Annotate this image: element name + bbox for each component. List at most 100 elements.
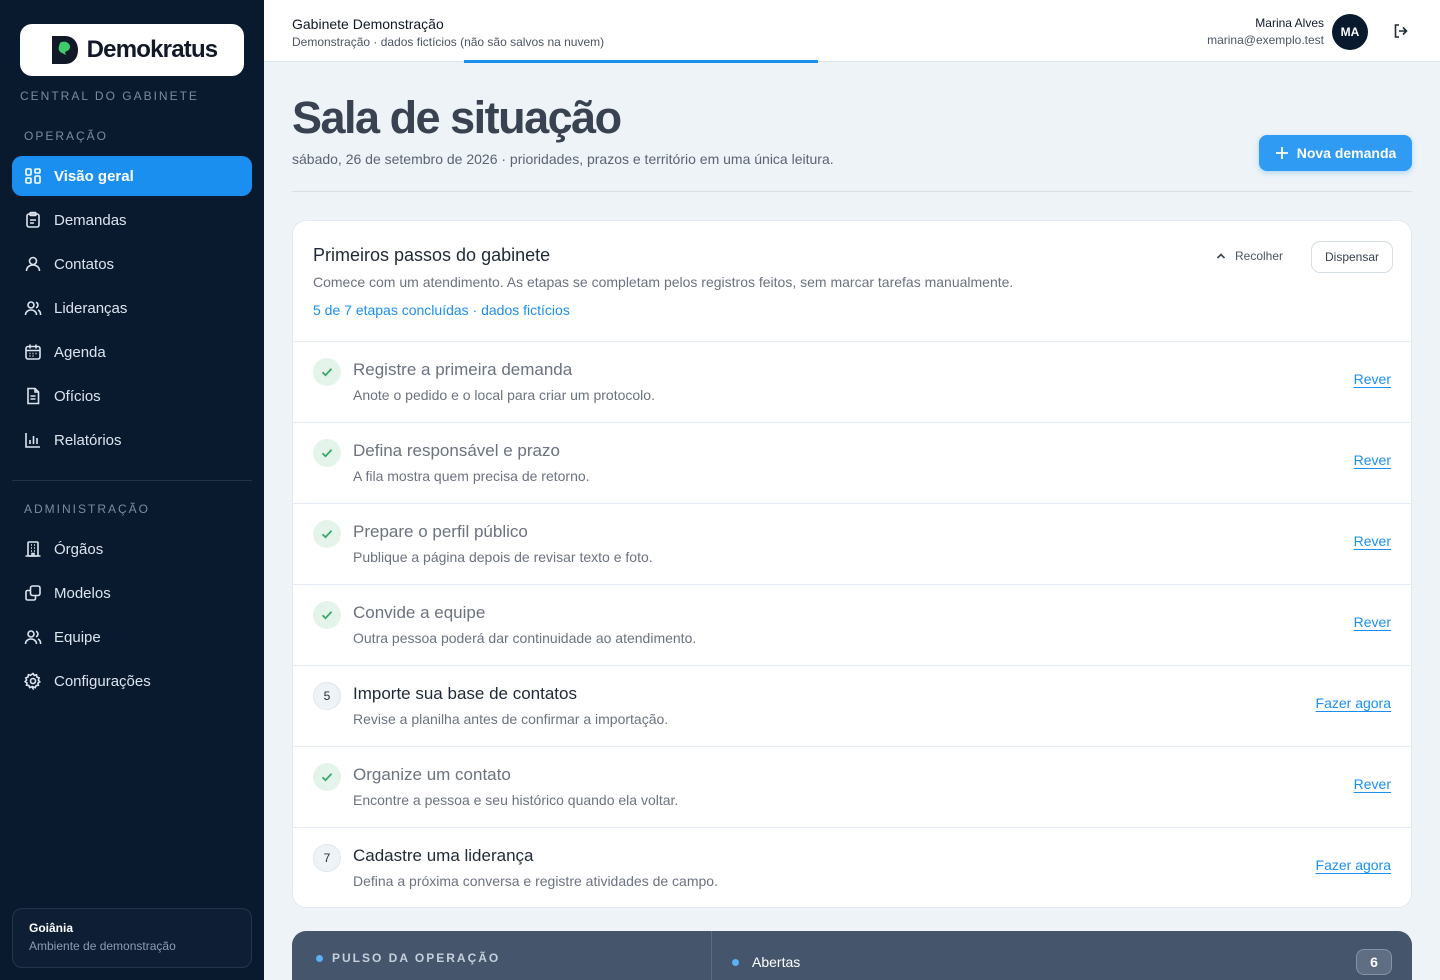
brand-name: Demokratus (86, 36, 219, 63)
step-description: Anote o pedido e o local para criar um p… (353, 387, 655, 403)
user-icon (25, 256, 41, 272)
step-review-link[interactable]: Rever (1354, 776, 1391, 792)
sidebar-item-label: Equipe (54, 628, 101, 646)
section-operation-label: OPERAÇÃO (24, 129, 109, 143)
step-title: Defina responsável e prazo (353, 441, 560, 460)
user-email: marina@exemplo.test (1207, 33, 1324, 47)
sidebar-item-equipe[interactable]: Equipe (12, 617, 252, 657)
section-admin-label: ADMINISTRAÇÃO (24, 502, 151, 516)
step-review-link[interactable]: Rever (1354, 452, 1391, 468)
sidebar-item-label: Configurações (54, 672, 151, 690)
step-description: Encontre a pessoa e seu histórico quando… (353, 792, 679, 808)
onboarding-progress: 5 de 7 etapas concluídas · dados fictíci… (313, 302, 570, 318)
brand-tagline: CENTRAL DO GABINETE (20, 89, 199, 103)
user-name: Marina Alves (1255, 16, 1324, 30)
onboarding-step: 5 Importe sua base de contatos Revise a … (293, 665, 1411, 746)
dismiss-button[interactable]: Dispensar (1311, 241, 1393, 273)
onboarding-step: Convide a equipe Outra pessoa poderá dar… (293, 584, 1411, 665)
onboarding-description: Comece com um atendimento. As etapas se … (313, 274, 1014, 290)
check-icon (313, 520, 341, 548)
location-city: Goiânia (29, 921, 74, 935)
cabinet-subtitle: Demonstração · dados fictícios (não são … (292, 35, 605, 49)
new-demand-label: Nova demanda (1296, 145, 1397, 161)
step-review-link[interactable]: Rever (1354, 614, 1391, 630)
onboarding-step: 7 Cadastre uma liderança Defina a próxim… (293, 827, 1411, 908)
sidebar-item-modelos[interactable]: Modelos (12, 573, 252, 613)
operation-pulse-panel: PULSO DA OPERAÇÃO Abertas 6 (292, 931, 1412, 980)
sidebar-item-oficios[interactable]: Ofícios (12, 376, 252, 416)
header-divider (292, 191, 1412, 192)
step-description: Publique a página depois de revisar text… (353, 549, 653, 565)
pulse-left-pane: PULSO DA OPERAÇÃO (292, 931, 712, 980)
step-title: Prepare o perfil público (353, 522, 528, 541)
collapse-label: Recolher (1235, 249, 1284, 263)
clipboard-icon (26, 211, 40, 228)
new-demand-button[interactable]: Nova demanda (1259, 135, 1412, 171)
page-subtitle: sábado, 26 de setembro de 2026 · priorid… (292, 151, 834, 167)
onboarding-step: Prepare o perfil público Publique a pági… (293, 503, 1411, 584)
location-card[interactable]: Goiânia Ambiente de demonstração (12, 908, 252, 968)
open-dot-icon (732, 959, 739, 966)
gear-icon (24, 672, 41, 690)
step-review-link[interactable]: Rever (1354, 371, 1391, 387)
sidebar-item-liderancas[interactable]: Lideranças (12, 288, 252, 328)
step-description: Defina a próxima conversa e registre ati… (353, 873, 718, 889)
sidebar-item-orgaos[interactable]: Órgãos (12, 529, 252, 569)
location-env: Ambiente de demonstração (29, 939, 176, 953)
sidebar-item-contatos[interactable]: Contatos (12, 244, 252, 284)
step-title: Registre a primeira demanda (353, 360, 573, 379)
topbar: Gabinete Demonstração Demonstração · dad… (264, 0, 1440, 63)
pulse-label: PULSO DA OPERAÇÃO (332, 951, 501, 965)
step-title: Cadastre uma liderança (353, 846, 534, 865)
onboarding-step: Registre a primeira demanda Anote o pedi… (293, 341, 1411, 422)
check-icon (313, 358, 341, 386)
sidebar-item-configuracoes[interactable]: Configurações (12, 661, 252, 701)
sidebar-item-label: Relatórios (54, 431, 122, 449)
step-number-badge: 5 (313, 682, 341, 710)
logo-mark-icon (47, 33, 81, 67)
step-review-link[interactable]: Rever (1354, 533, 1391, 549)
onboarding-step: Defina responsável e prazo A fila mostra… (293, 422, 1411, 503)
step-do-now-link[interactable]: Fazer agora (1316, 695, 1391, 711)
sidebar-item-label: Agenda (54, 343, 106, 361)
sidebar-item-demandas[interactable]: Demandas (12, 200, 252, 240)
bar-chart-icon (25, 433, 40, 448)
step-title: Convide a equipe (353, 603, 486, 622)
step-title: Organize um contato (353, 765, 511, 784)
step-description: Revise a planilha antes de confirmar a i… (353, 711, 669, 727)
cabinet-title: Gabinete Demonstração (292, 16, 444, 32)
sidebar-item-label: Contatos (54, 255, 115, 273)
step-do-now-link[interactable]: Fazer agora (1316, 857, 1391, 873)
brand-logo[interactable]: Demokratus (20, 24, 244, 76)
sidebar-item-relatorios[interactable]: Relatórios (12, 420, 252, 460)
sidebar-item-label: Visão geral (54, 167, 134, 185)
calendar-icon (25, 344, 41, 360)
open-demands-label[interactable]: Abertas (752, 954, 800, 970)
onboarding-title: Primeiros passos do gabinete (313, 245, 551, 265)
step-description: A fila mostra quem precisa de retorno. (353, 468, 590, 484)
step-title: Importe sua base de contatos (353, 684, 577, 703)
loading-progress-bar (464, 60, 818, 63)
page-title: Sala de situação (292, 92, 622, 143)
sidebar-item-label: Modelos (54, 584, 111, 602)
sidebar: Demokratus CENTRAL DO GABINETE OPERAÇÃO … (0, 0, 264, 980)
grid-icon (25, 168, 41, 184)
sidebar-item-label: Órgãos (54, 540, 104, 558)
check-icon (313, 601, 341, 629)
logout-icon[interactable] (1392, 22, 1410, 40)
plus-icon (1275, 147, 1288, 159)
open-demands-count: 6 (1356, 949, 1392, 975)
step-number-badge: 7 (313, 844, 341, 872)
onboarding-step: Organize um contato Encontre a pessoa e … (293, 746, 1411, 827)
building-icon (25, 541, 41, 557)
check-icon (313, 763, 341, 791)
pulse-dot-icon (316, 955, 323, 962)
users-icon (24, 301, 42, 316)
collapse-button[interactable]: Recolher (1215, 249, 1283, 263)
avatar[interactable]: MA (1332, 14, 1368, 50)
sidebar-item-label: Ofícios (54, 387, 101, 405)
sidebar-item-visao-geral[interactable]: Visão geral (12, 156, 252, 196)
chevron-up-icon (1216, 253, 1226, 259)
sidebar-item-agenda[interactable]: Agenda (12, 332, 252, 372)
sidebar-divider (12, 480, 252, 481)
